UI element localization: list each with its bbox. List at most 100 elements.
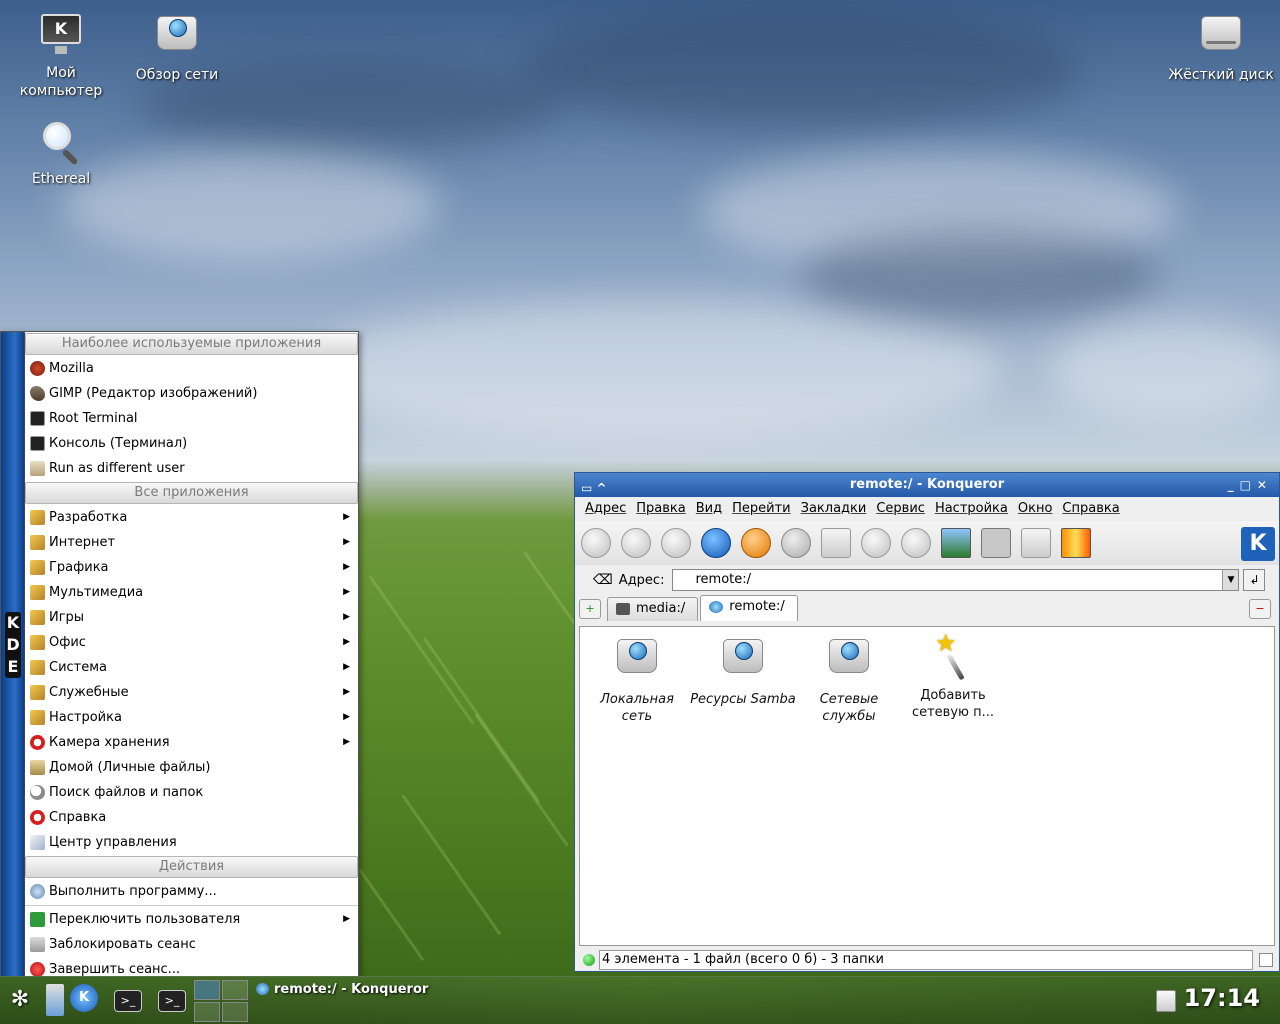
kmenu-item-label: Камера хранения bbox=[49, 735, 170, 750]
kmenu-item-internet[interactable]: Интернет ▶ bbox=[25, 530, 358, 555]
konqueror-launcher-icon[interactable]: K bbox=[70, 984, 98, 1012]
kmenu-item-games[interactable]: Игры ▶ bbox=[25, 605, 358, 630]
kmenu-item-label: Интернет bbox=[49, 535, 116, 550]
pager-desktop-4[interactable] bbox=[222, 1002, 248, 1022]
clock[interactable]: 17:14 bbox=[1184, 984, 1260, 1012]
pager-desktop-1[interactable] bbox=[194, 980, 220, 1000]
forward-button[interactable] bbox=[621, 528, 651, 558]
hard-disk-icon bbox=[1199, 16, 1243, 60]
kmenu-item-help[interactable]: Справка bbox=[25, 805, 358, 830]
network-drive-icon bbox=[155, 16, 199, 60]
home-button[interactable] bbox=[701, 528, 731, 558]
link-view-checkbox[interactable] bbox=[1259, 953, 1273, 967]
zoom-in-button[interactable] bbox=[861, 528, 891, 558]
kmenu-item-development[interactable]: Разработка ▶ bbox=[25, 505, 358, 530]
kmenu-item-gimp[interactable]: GIMP (Редактор изображений) bbox=[25, 381, 358, 406]
location-input[interactable]: remote:/ ▼ bbox=[672, 569, 1240, 591]
status-text: 4 элемента - 1 файл (всего 0 б) - 3 папк… bbox=[599, 950, 1253, 970]
clear-location-icon[interactable]: ⌫ bbox=[593, 572, 613, 588]
tab-remote[interactable]: remote:/ bbox=[700, 595, 798, 621]
kmenu-item-control-center[interactable]: Центр управления bbox=[25, 830, 358, 855]
menu-tools[interactable]: Сервис bbox=[871, 497, 930, 521]
window-menu-icon[interactable]: ▭ ^ bbox=[581, 476, 607, 500]
desktop-icon-network-browse[interactable]: Обзор сети bbox=[122, 12, 232, 84]
desktop-icon-ethereal[interactable]: Ethereal bbox=[6, 120, 116, 188]
up-button[interactable] bbox=[661, 528, 691, 558]
kmenu-item-multimedia[interactable]: Мультимедиа ▶ bbox=[25, 580, 358, 605]
menu-edit[interactable]: Правка bbox=[631, 497, 690, 521]
folder-icon bbox=[30, 710, 45, 725]
kmenu-item-utilities[interactable]: Служебные ▶ bbox=[25, 680, 358, 705]
menu-go[interactable]: Перейти bbox=[727, 497, 796, 521]
menu-window[interactable]: Окно bbox=[1013, 497, 1058, 521]
kmenu-item-label: Игры bbox=[49, 610, 85, 625]
show-desktop-icon[interactable] bbox=[46, 984, 64, 1016]
window-titlebar[interactable]: ▭ ^ remote:/ - Konqueror _□✕ bbox=[575, 473, 1279, 497]
list-view-button[interactable] bbox=[1021, 528, 1051, 558]
new-tab-button[interactable]: + bbox=[579, 599, 601, 619]
menu-bookmarks[interactable]: Закладки bbox=[796, 497, 872, 521]
pager-desktop-3[interactable] bbox=[194, 1002, 220, 1022]
menu-settings[interactable]: Настройка bbox=[930, 497, 1013, 521]
kmenu-item-mozilla[interactable]: Mozilla bbox=[25, 356, 358, 381]
kmenu-item-switch-user[interactable]: Переключить пользователя ▶ bbox=[25, 907, 358, 932]
kmenu-item-home[interactable]: Домой (Личные файлы) bbox=[25, 755, 358, 780]
submenu-arrow-icon: ▶ bbox=[343, 587, 350, 597]
network-drive-icon bbox=[617, 639, 657, 681]
desktop-icon-my-computer[interactable]: K Мой компьютер bbox=[6, 12, 116, 100]
image-gallery-button[interactable] bbox=[1061, 528, 1091, 558]
clipboard-icon[interactable] bbox=[1156, 990, 1176, 1012]
menu-view[interactable]: Вид bbox=[691, 497, 727, 521]
icon-view-button[interactable] bbox=[981, 528, 1011, 558]
desktop-icon-hard-disk[interactable]: Жёсткий диск bbox=[1166, 12, 1276, 84]
tab-media[interactable]: media:/ bbox=[607, 597, 699, 621]
kmenu-item-settings[interactable]: Настройка ▶ bbox=[25, 705, 358, 730]
kmenu-item-label: Mozilla bbox=[49, 361, 94, 376]
image-preview-button[interactable] bbox=[941, 528, 971, 558]
back-button[interactable] bbox=[581, 528, 611, 558]
pager-desktop-2[interactable] bbox=[222, 980, 248, 1000]
kmenu-item-system[interactable]: Система ▶ bbox=[25, 655, 358, 680]
kmenu-item-label: Мультимедиа bbox=[49, 585, 144, 600]
window-controls[interactable]: _□✕ bbox=[1228, 473, 1273, 497]
taskbar-item-konqueror[interactable]: remote:/ - Konqueror bbox=[256, 980, 428, 1002]
menu-help[interactable]: Справка bbox=[1057, 497, 1124, 521]
lock-icon bbox=[30, 937, 45, 952]
terminal-launcher-icon[interactable]: >_ bbox=[114, 990, 142, 1012]
location-value: remote:/ bbox=[695, 572, 751, 587]
network-drive-icon bbox=[723, 639, 763, 681]
kmenu-item-lock-session[interactable]: Заблокировать сеанс bbox=[25, 932, 358, 957]
root-terminal-launcher-icon[interactable]: >_ bbox=[158, 990, 186, 1012]
kmenu-item-storage[interactable]: Камера хранения ▶ bbox=[25, 730, 358, 755]
file-view: Локальная сеть Ресурсы Samba Сетевые слу… bbox=[579, 626, 1275, 946]
kmenu-item-run-as[interactable]: Run as different user bbox=[25, 456, 358, 481]
menu-location[interactable]: Адрес bbox=[580, 497, 631, 521]
kmenu-item-run-command[interactable]: Выполнить программу... bbox=[25, 879, 358, 904]
location-dropdown-icon[interactable]: ▼ bbox=[1222, 570, 1239, 590]
kde-menu-button[interactable]: ✻ bbox=[4, 984, 36, 1016]
reload-button[interactable] bbox=[741, 528, 771, 558]
help-icon bbox=[30, 810, 45, 825]
kmenu-item-label: Разработка bbox=[49, 510, 128, 525]
kmenu-item-graphics[interactable]: Графика ▶ bbox=[25, 555, 358, 580]
kmenu-item-label: Выполнить программу... bbox=[49, 884, 217, 899]
zoom-out-button[interactable] bbox=[901, 528, 931, 558]
desktop-icon-label: Ethereal bbox=[31, 171, 91, 187]
close-tab-button[interactable]: − bbox=[1249, 599, 1271, 619]
file-item-local-network[interactable]: Локальная сеть bbox=[584, 635, 690, 725]
split-view-button[interactable] bbox=[821, 528, 851, 558]
file-item-add-network-folder[interactable]: ★ Добавить сетевую п... bbox=[900, 631, 1006, 721]
kmenu-section-actions: Действия bbox=[25, 856, 358, 878]
kmenu-item-label: Заблокировать сеанс bbox=[49, 937, 196, 952]
kmenu-item-office[interactable]: Офис ▶ bbox=[25, 630, 358, 655]
kmenu-item-label: Справка bbox=[49, 810, 107, 825]
file-item-label: Ресурсы Samba bbox=[690, 692, 796, 707]
file-item-network-services[interactable]: Сетевые службы bbox=[796, 635, 902, 725]
stop-button[interactable] bbox=[781, 528, 811, 558]
kmenu-item-find-files[interactable]: Поиск файлов и папок bbox=[25, 780, 358, 805]
kmenu-item-root-terminal[interactable]: Root Terminal bbox=[25, 406, 358, 431]
go-button[interactable]: ↲ bbox=[1243, 569, 1266, 591]
kmenu-item-konsole[interactable]: Консоль (Терминал) bbox=[25, 431, 358, 456]
file-item-samba[interactable]: Ресурсы Samba bbox=[690, 635, 796, 708]
kmenu-item-label: Поиск файлов и папок bbox=[49, 785, 204, 800]
